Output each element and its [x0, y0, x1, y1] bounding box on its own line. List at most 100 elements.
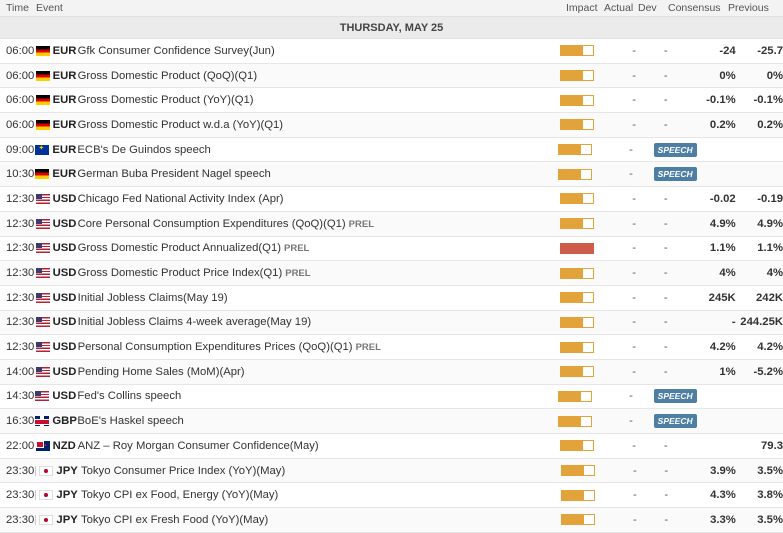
table-row[interactable]: 06:00 EUR Gfk Consumer Confidence Survey(J… [0, 39, 783, 64]
event-time: 06:00 [6, 118, 35, 131]
flag-us-icon [35, 268, 50, 279]
event-previous: 4% [766, 267, 783, 280]
table-row[interactable]: 12:30 USD Gross Domestic Product Price Ind… [0, 261, 783, 286]
event-name-text: Fed's Collins speech [77, 390, 182, 403]
impact-cell [560, 70, 617, 82]
event-time: 16:30 [6, 415, 35, 428]
event-name[interactable]: Chicago Fed National Activity Index (Apr… [75, 193, 561, 205]
event-actual: - [632, 44, 637, 57]
event-name[interactable]: Gross Domestic Product w.d.a (YoY)(Q1) [75, 119, 561, 131]
event-name-text: Gross Domestic Product (YoY)(Q1) [77, 94, 254, 107]
event-name[interactable]: ECB's De Guindos speech [74, 144, 557, 156]
event-name[interactable]: Gross Domestic Product Price Index(Q1) PR… [75, 267, 561, 279]
event-currency: USD [52, 365, 77, 378]
speech-badge[interactable]: SPEECH [653, 167, 697, 182]
header-actual[interactable]: Actual [604, 2, 638, 14]
event-name-text: ECB's De Guindos speech [77, 143, 211, 156]
table-row[interactable]: 14:30 USD Fed's Collins speech - SPEECH [0, 385, 783, 410]
event-name[interactable]: Gross Domestic Product (YoY)(Q1) [75, 94, 561, 106]
table-row[interactable]: 14:00 USD Pending Home Sales (MoM)(Apr) - - 1… [0, 359, 783, 385]
event-actual: - [632, 192, 637, 205]
prel-tag: PREL [285, 268, 311, 280]
event-currency: USD [52, 291, 77, 304]
impact-medium-indicator [560, 341, 595, 353]
table-row[interactable]: 23:30 JPY Tokyo CPI ex Fresh Food (YoY)(Ma… [0, 508, 783, 533]
table-row[interactable]: 06:00 EUR Gross Domestic Product w.d.a (Yo… [0, 113, 783, 138]
event-currency: NZD [52, 439, 76, 452]
event-name-text: Gross Domestic Product (QoQ)(Q1) [77, 69, 258, 82]
speech-badge[interactable]: SPEECH [653, 142, 697, 157]
event-name[interactable]: Gross Domestic Product (QoQ)(Q1) [75, 70, 561, 82]
event-name[interactable]: Gfk Consumer Confidence Survey(Jun) [75, 45, 561, 57]
table-row[interactable]: 12:30 USD Initial Jobless Claims(May 19) - -… [0, 286, 783, 311]
event-name[interactable]: Personal Consumption Expenditures Prices… [75, 341, 561, 353]
event-name[interactable]: Pending Home Sales (MoM)(Apr) [75, 366, 561, 378]
event-name[interactable]: Tokyo Consumer Price Index (YoY)(May) [78, 465, 561, 477]
event-name-text: Chicago Fed National Activity Index (Apr… [77, 192, 284, 205]
impact-medium-indicator [560, 316, 595, 328]
table-row[interactable]: 23:30 JPY Tokyo Consumer Price Index (YoY)… [0, 458, 783, 484]
header-impact[interactable]: Impact [566, 2, 604, 14]
event-dev: - [663, 69, 668, 82]
header-dev[interactable]: Dev [638, 2, 668, 14]
table-row[interactable]: 12:30 USD Gross Domestic Product Annualize… [0, 237, 783, 262]
table-row[interactable]: 23:30 JPY Tokyo CPI ex Food, Energy (YoY)(… [0, 483, 783, 509]
event-name[interactable]: German Buba President Nagel speech [74, 168, 557, 180]
event-dev: - [663, 291, 668, 304]
event-name[interactable]: Tokyo CPI ex Fresh Food (YoY)(May) [78, 514, 561, 526]
event-dev: - [663, 192, 668, 205]
flag-jp-icon [39, 514, 54, 525]
event-previous: 0% [766, 69, 783, 82]
impact-medium-indicator [557, 144, 592, 156]
event-time: 12:30 [6, 316, 35, 329]
table-row[interactable]: 12:30 USD Personal Consumption Expenditure… [0, 335, 783, 360]
speech-cell: SPEECH [648, 414, 783, 429]
event-name[interactable]: BoE's Haskel speech [74, 415, 557, 427]
event-dev: - [663, 267, 668, 280]
flag-us-icon [35, 391, 50, 402]
event-previous: -25.7 [757, 44, 783, 57]
impact-cell [561, 489, 618, 501]
event-consensus: 0.2% [709, 118, 736, 131]
table-row[interactable]: 22:00 NZDANZ – Roy Morgan Consumer Confid… [0, 434, 783, 459]
speech-badge[interactable]: SPEECH [653, 389, 697, 404]
table-row[interactable]: 12:30 USD Initial Jobless Claims 4-week av… [0, 310, 783, 336]
event-name[interactable]: Gross Domestic Product Annualized(Q1) PRE… [75, 242, 561, 254]
event-consensus: 3.3% [710, 513, 736, 526]
header-time[interactable]: Time [0, 2, 36, 14]
table-row[interactable]: 06:00 EUR Gross Domestic Product (QoQ)(Q1)… [0, 63, 783, 89]
event-time: 06:00 [6, 94, 35, 107]
event-actual: - [632, 489, 637, 502]
impact-medium-indicator [561, 514, 596, 526]
event-actual: - [632, 217, 637, 230]
event-name[interactable]: Fed's Collins speech [74, 390, 557, 402]
table-row[interactable]: 12:30 USD Core Personal Consumption Expend… [0, 211, 783, 237]
event-name[interactable]: ANZ – Roy Morgan Consumer Confidence(May… [75, 440, 561, 452]
event-dev: - [663, 316, 668, 329]
header-event[interactable]: Event [36, 2, 566, 14]
event-name[interactable]: Core Personal Consumption Expenditures (… [75, 218, 561, 230]
event-previous: -0.19 [757, 192, 783, 205]
impact-cell [560, 94, 617, 106]
impact-medium-indicator [560, 45, 595, 57]
event-previous: 4.2% [757, 341, 783, 354]
table-row[interactable]: 10:30 EUR German Buba President Nagel spee… [0, 162, 783, 188]
table-row[interactable]: 12:30 USD Chicago Fed National Activity In… [0, 187, 783, 212]
event-previous: 79.3 [761, 439, 783, 452]
table-row[interactable]: 16:30 GBP BoE's Haskel speech - SPEECH [0, 409, 783, 434]
event-name[interactable]: Initial Jobless Claims 4-week average(Ma… [75, 316, 561, 328]
speech-badge[interactable]: SPEECH [653, 414, 697, 429]
flag-jp-icon [39, 465, 54, 476]
event-currency: EUR [52, 143, 77, 156]
event-dev: - [663, 439, 668, 452]
event-name[interactable]: Tokyo CPI ex Food, Energy (YoY)(May) [78, 489, 561, 501]
table-row[interactable]: 09:00 EURECB's De Guindos speech - SPEECH [0, 138, 783, 163]
event-time: 14:30 [6, 390, 35, 403]
table-row[interactable]: 06:00 EUR Gross Domestic Product (YoY)(Q1)… [0, 88, 783, 114]
event-name[interactable]: Initial Jobless Claims(May 19) [75, 292, 561, 304]
impact-medium-indicator [560, 267, 595, 279]
header-previous[interactable]: Previous [728, 2, 778, 14]
header-consensus[interactable]: Consensus [668, 2, 728, 14]
flag-de-icon [35, 95, 50, 106]
event-actual: - [632, 267, 637, 280]
